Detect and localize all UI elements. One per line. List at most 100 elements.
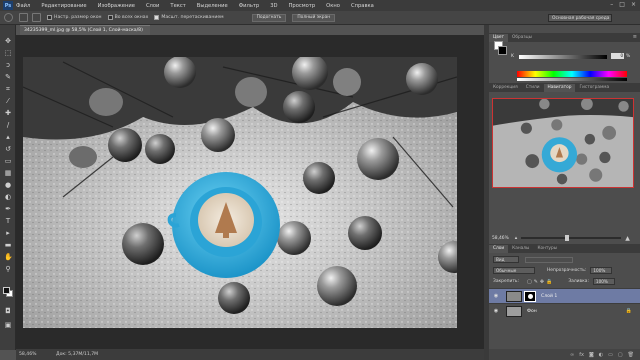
crop-tool-icon[interactable]: ⌗: [4, 85, 12, 93]
menu-select[interactable]: Выделение: [197, 3, 228, 9]
color-k-value[interactable]: 0: [611, 53, 624, 59]
marquee-tool-icon[interactable]: ⬚: [4, 49, 12, 57]
history-brush-tool-icon[interactable]: ↺: [4, 145, 12, 153]
gradient-tool-icon[interactable]: ▦: [4, 169, 12, 177]
brush-tool-icon[interactable]: /: [4, 121, 12, 129]
navigator-zoom-row: 58,46% ▴ ▲: [489, 233, 640, 243]
fullscreen-button[interactable]: Полный экран: [292, 13, 336, 22]
zoom-tool-icon[interactable]: [4, 13, 13, 22]
quick-mask-icon[interactable]: ◘: [4, 307, 12, 315]
close-window-button[interactable]: ×: [631, 1, 636, 8]
zoom-out-icon[interactable]: [32, 13, 41, 22]
resize-windows-checkbox[interactable]: [47, 15, 52, 20]
path-select-tool-icon[interactable]: ▸: [4, 229, 12, 237]
layer-row-layer1[interactable]: ◉ Слой 1: [489, 288, 640, 303]
color-spectrum-bar[interactable]: [517, 71, 627, 77]
quick-select-tool-icon[interactable]: ✎: [4, 73, 12, 81]
layers-panel-tabs: Слои Каналы Контуры: [489, 244, 640, 253]
layer-mask-thumbnail[interactable]: [524, 290, 536, 302]
scrubby-zoom-checkbox[interactable]: [154, 15, 160, 20]
layer-name[interactable]: Слой 1: [541, 294, 557, 299]
menu-help[interactable]: Справка: [351, 3, 374, 9]
add-mask-icon[interactable]: ◙: [589, 352, 594, 358]
dodge-tool-icon[interactable]: ◐: [4, 193, 12, 201]
menu-filter[interactable]: Фильтр: [239, 3, 260, 9]
hand-tool-icon[interactable]: ✋: [4, 253, 13, 261]
blur-tool-icon[interactable]: ●: [4, 181, 12, 189]
tab-adjustments[interactable]: Коррекция: [489, 84, 522, 92]
fill-field[interactable]: 100%: [592, 278, 615, 285]
panel-menu-icon[interactable]: ≡: [633, 34, 637, 40]
grayscale-ramp[interactable]: [517, 78, 627, 81]
tab-styles[interactable]: Стили: [522, 84, 544, 92]
maximize-button[interactable]: □: [619, 1, 625, 8]
all-windows-checkbox[interactable]: [107, 15, 113, 20]
color-panel-tabs: Цвет Образцы ≡: [489, 33, 640, 42]
zoom-out-small-icon[interactable]: ▴: [515, 235, 518, 241]
move-tool-icon[interactable]: ✥: [4, 37, 12, 45]
new-layer-icon[interactable]: ▢: [618, 352, 623, 358]
visibility-eye-icon[interactable]: ◉: [492, 293, 500, 299]
color-background-swatch[interactable]: [498, 46, 507, 55]
healing-tool-icon[interactable]: ✚: [4, 109, 12, 117]
stamp-tool-icon[interactable]: ▴: [4, 133, 12, 141]
menu-type[interactable]: Текст: [170, 3, 185, 9]
fit-screen-button[interactable]: Подогнать: [251, 13, 287, 22]
shape-tool-icon[interactable]: ▬: [4, 241, 12, 249]
foreground-color-swatch[interactable]: [3, 287, 10, 294]
navigator-zoom-slider[interactable]: [521, 235, 622, 241]
screen-mode-icon[interactable]: ▣: [4, 321, 12, 329]
menu-layers[interactable]: Слои: [146, 3, 159, 9]
layer-style-icon[interactable]: fx: [579, 352, 584, 358]
link-layers-icon[interactable]: ∞: [570, 352, 574, 358]
layer-filter-icons[interactable]: [525, 256, 573, 263]
tab-histogram[interactable]: Гистограмма: [575, 84, 613, 92]
navigator-thumbnail: [493, 99, 633, 187]
navigator-zoom-value[interactable]: 58,46%: [492, 236, 509, 241]
opacity-field[interactable]: 100%: [590, 267, 613, 274]
canvas-image[interactable]: [23, 57, 457, 328]
menu-3d[interactable]: 3D: [270, 3, 277, 9]
layer-row-background[interactable]: ◉ Фон 🔒: [489, 303, 640, 318]
tab-swatches[interactable]: Образцы: [508, 34, 536, 42]
menu-view[interactable]: Просмотр: [289, 3, 316, 9]
navigator-zoom-knob[interactable]: [565, 235, 570, 241]
fill-label: Заливка:: [568, 279, 589, 284]
color-k-unit: %: [626, 54, 631, 59]
eraser-tool-icon[interactable]: ▭: [4, 157, 12, 165]
status-zoom[interactable]: 58,46%: [19, 352, 37, 357]
tab-paths[interactable]: Контуры: [533, 245, 561, 253]
lock-icons[interactable]: ▢✎✥🔒: [527, 279, 554, 285]
document-tab[interactable]: 34235399_ml.jpg @ 58,5% (Слой 1, Слой-ма…: [20, 25, 150, 42]
navigator-preview[interactable]: [492, 98, 634, 188]
workspace-select[interactable]: Основная рабочая среда: [548, 14, 612, 22]
menu-window[interactable]: Окно: [326, 3, 340, 9]
pen-tool-icon[interactable]: ✒: [4, 205, 12, 213]
group-icon[interactable]: ▭: [608, 352, 613, 358]
tab-channels[interactable]: Каналы: [508, 245, 533, 253]
tools-panel: ✥ ⬚ ↄ ✎ ⌗ ⁄ ✚ / ▴ ↺ ▭ ▦ ● ◐ ✒ T ▸ ▬ ✋ ⚲ …: [0, 25, 16, 350]
blend-mode-select[interactable]: Обычные: [493, 267, 535, 274]
zoom-in-icon[interactable]: [19, 13, 28, 22]
adjustment-layer-icon[interactable]: ◐: [599, 352, 603, 358]
scrubby-zoom-label: Масшт. перетаскиванием: [161, 15, 224, 20]
menu-file[interactable]: Файл: [16, 3, 30, 9]
color-k-slider[interactable]: [519, 55, 607, 59]
layer-kind-select[interactable]: Вид: [493, 256, 519, 263]
trash-icon[interactable]: 🗑: [628, 352, 634, 358]
visibility-eye-icon[interactable]: ◉: [492, 308, 500, 314]
menu-edit[interactable]: Редактирование: [41, 3, 86, 9]
layer-name[interactable]: Фон: [527, 309, 537, 314]
eyedropper-tool-icon[interactable]: ⁄: [4, 97, 12, 105]
zoom-in-large-icon[interactable]: ▲: [625, 235, 630, 242]
minimize-button[interactable]: –: [610, 1, 613, 8]
menu-image[interactable]: Изображение: [98, 3, 135, 9]
status-doc-size[interactable]: Док: 5,37M/11,7M: [56, 352, 98, 357]
tab-navigator[interactable]: Навигатор: [543, 84, 576, 92]
lock-icon: 🔒: [625, 308, 632, 314]
tab-layers[interactable]: Слои: [489, 245, 509, 253]
zoom-tool-icon[interactable]: ⚲: [4, 265, 12, 273]
type-tool-icon[interactable]: T: [4, 217, 12, 225]
blend-row: Обычные Непрозрачность: 100%: [489, 265, 640, 276]
lasso-tool-icon[interactable]: ↄ: [4, 61, 12, 69]
